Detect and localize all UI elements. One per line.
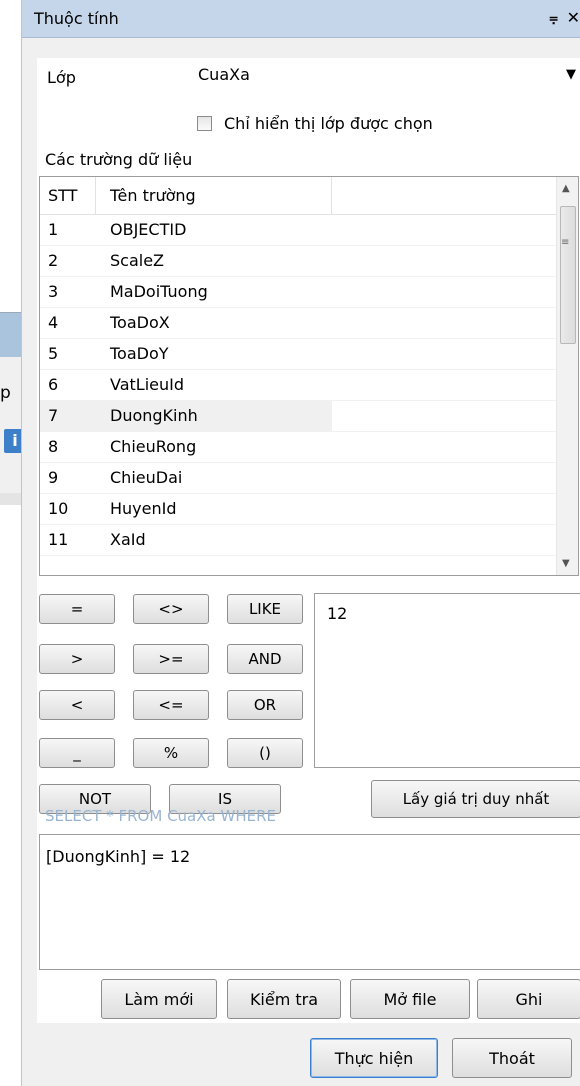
table-row[interactable]: 3 MaDoiTuong [40, 277, 556, 308]
selected-layer-only-option[interactable]: Chỉ hiển thị lớp được chọn [197, 114, 433, 133]
dialog-footer: Thực hiện Thoát [22, 1023, 580, 1086]
refresh-button[interactable]: Làm mới [101, 979, 217, 1019]
row-stt: 2 [48, 251, 59, 270]
fields-table-body: 1 OBJECTID 2 ScaleZ 3 MaDoiTuong 4 ToaDoX 5 T… [40, 215, 556, 556]
or-button[interactable]: OR [227, 690, 303, 720]
percent-button[interactable]: % [133, 738, 209, 768]
row-stt: 6 [48, 375, 59, 394]
table-row[interactable]: 8 ChieuRong [40, 432, 556, 463]
less-than-button[interactable]: < [39, 690, 115, 720]
table-row[interactable]: 4 ToaDoX [40, 308, 556, 339]
row-field-name: DuongKinh [96, 401, 332, 431]
column-header-field-name[interactable]: Tên trường [96, 177, 332, 214]
greater-equal-button[interactable]: >= [133, 644, 209, 674]
fields-table: STT Tên trường 1 OBJECTID 2 ScaleZ 3 MaDoiT… [39, 176, 579, 576]
chevron-down-icon: ▼ [566, 67, 576, 82]
panel-titlebar: Thuộc tính ⩦ ✕ [22, 0, 580, 38]
table-row[interactable]: 2 ScaleZ [40, 246, 556, 277]
row-field-name: ToaDoY [110, 344, 169, 363]
row-stt: 7 [40, 401, 96, 431]
table-row[interactable]: 1 OBJECTID [40, 215, 556, 246]
horizontal-scroll-area [40, 565, 556, 575]
less-equal-button[interactable]: <= [133, 690, 209, 720]
row-field-name: ScaleZ [110, 251, 165, 270]
row-stt: 1 [48, 220, 59, 239]
background-window-text: p [0, 383, 11, 403]
like-button[interactable]: LIKE [227, 594, 303, 624]
table-row-selected[interactable]: 7 DuongKinh [40, 401, 556, 432]
table-row[interactable]: 9 ChieuDai [40, 463, 556, 494]
column-header-stt[interactable]: STT [40, 177, 96, 214]
query-prefix-label: SELECT * FROM CuaXa WHERE [45, 807, 276, 825]
not-equal-button[interactable]: <> [133, 594, 209, 624]
open-file-button[interactable]: Mở file [350, 979, 470, 1019]
scroll-up-icon[interactable]: ▲ [562, 183, 570, 194]
row-empty-cell [332, 401, 556, 431]
layer-dropdown[interactable]: CuaXa ▼ [189, 58, 580, 96]
row-stt: 3 [48, 282, 59, 301]
layer-label: Lớp [47, 68, 76, 87]
fields-table-header: STT Tên trường [40, 177, 578, 215]
pin-icon[interactable]: ⩦ [549, 8, 558, 26]
execute-button[interactable]: Thực hiện [310, 1038, 438, 1078]
verify-button[interactable]: Kiểm tra [227, 979, 341, 1019]
panel-content: Lớp CuaXa ▼ Chỉ hiển thị lớp được chọn C… [37, 58, 580, 1023]
row-stt: 4 [48, 313, 59, 332]
greater-than-button[interactable]: > [39, 644, 115, 674]
unique-values-list[interactable]: 12 [314, 593, 580, 768]
properties-panel: Thuộc tính ⩦ ✕ Lớp CuaXa ▼ Chỉ hiển thị … [21, 0, 580, 1086]
row-field-name: ToaDoX [110, 313, 170, 332]
and-button[interactable]: AND [227, 644, 303, 674]
scroll-down-icon[interactable]: ▼ [562, 558, 570, 569]
table-row[interactable]: 10 HuyenId [40, 494, 556, 525]
unique-value-item[interactable]: 12 [327, 604, 347, 623]
table-row[interactable]: 6 VatLieuId [40, 370, 556, 401]
row-field-name: VatLieuId [110, 375, 184, 394]
row-stt: 11 [48, 530, 69, 549]
query-expression-input[interactable]: [DuongKinh] = 12 [39, 834, 580, 970]
panel-title: Thuộc tính [34, 9, 119, 28]
table-row[interactable]: 11 XaId [40, 525, 556, 556]
get-unique-values-button[interactable]: Lấy giá trị duy nhất [371, 780, 580, 818]
row-stt: 5 [48, 344, 59, 363]
table-row[interactable]: 5 ToaDoY [40, 339, 556, 370]
query-expression-text: [DuongKinh] = 12 [46, 847, 191, 866]
selected-layer-only-label: Chỉ hiển thị lớp được chọn [224, 114, 433, 133]
row-field-name: ChieuRong [110, 437, 197, 456]
save-button[interactable]: Ghi [477, 979, 580, 1019]
fields-section-label: Các trường dữ liệu [45, 150, 193, 169]
row-field-name: XaId [110, 530, 146, 549]
row-field-name: ChieuDai [110, 468, 183, 487]
row-field-name: HuyenId [110, 499, 177, 518]
scrollbar-thumb[interactable] [560, 206, 576, 344]
row-stt: 8 [48, 437, 59, 456]
fields-table-scrollbar[interactable]: ▲ ≡ ▼ [556, 177, 578, 575]
row-stt: 9 [48, 468, 59, 487]
row-field-name: OBJECTID [110, 220, 187, 239]
underscore-button[interactable]: _ [39, 738, 115, 768]
equals-button[interactable]: = [39, 594, 115, 624]
selected-layer-only-checkbox[interactable] [197, 116, 212, 131]
parentheses-button[interactable]: () [227, 738, 303, 768]
exit-button[interactable]: Thoát [452, 1038, 572, 1078]
close-icon[interactable]: ✕ [567, 8, 580, 27]
grip-icon: ≡ [561, 237, 570, 248]
row-field-name: MaDoiTuong [110, 282, 208, 301]
layer-dropdown-value: CuaXa [198, 65, 250, 84]
row-stt: 10 [48, 499, 69, 518]
